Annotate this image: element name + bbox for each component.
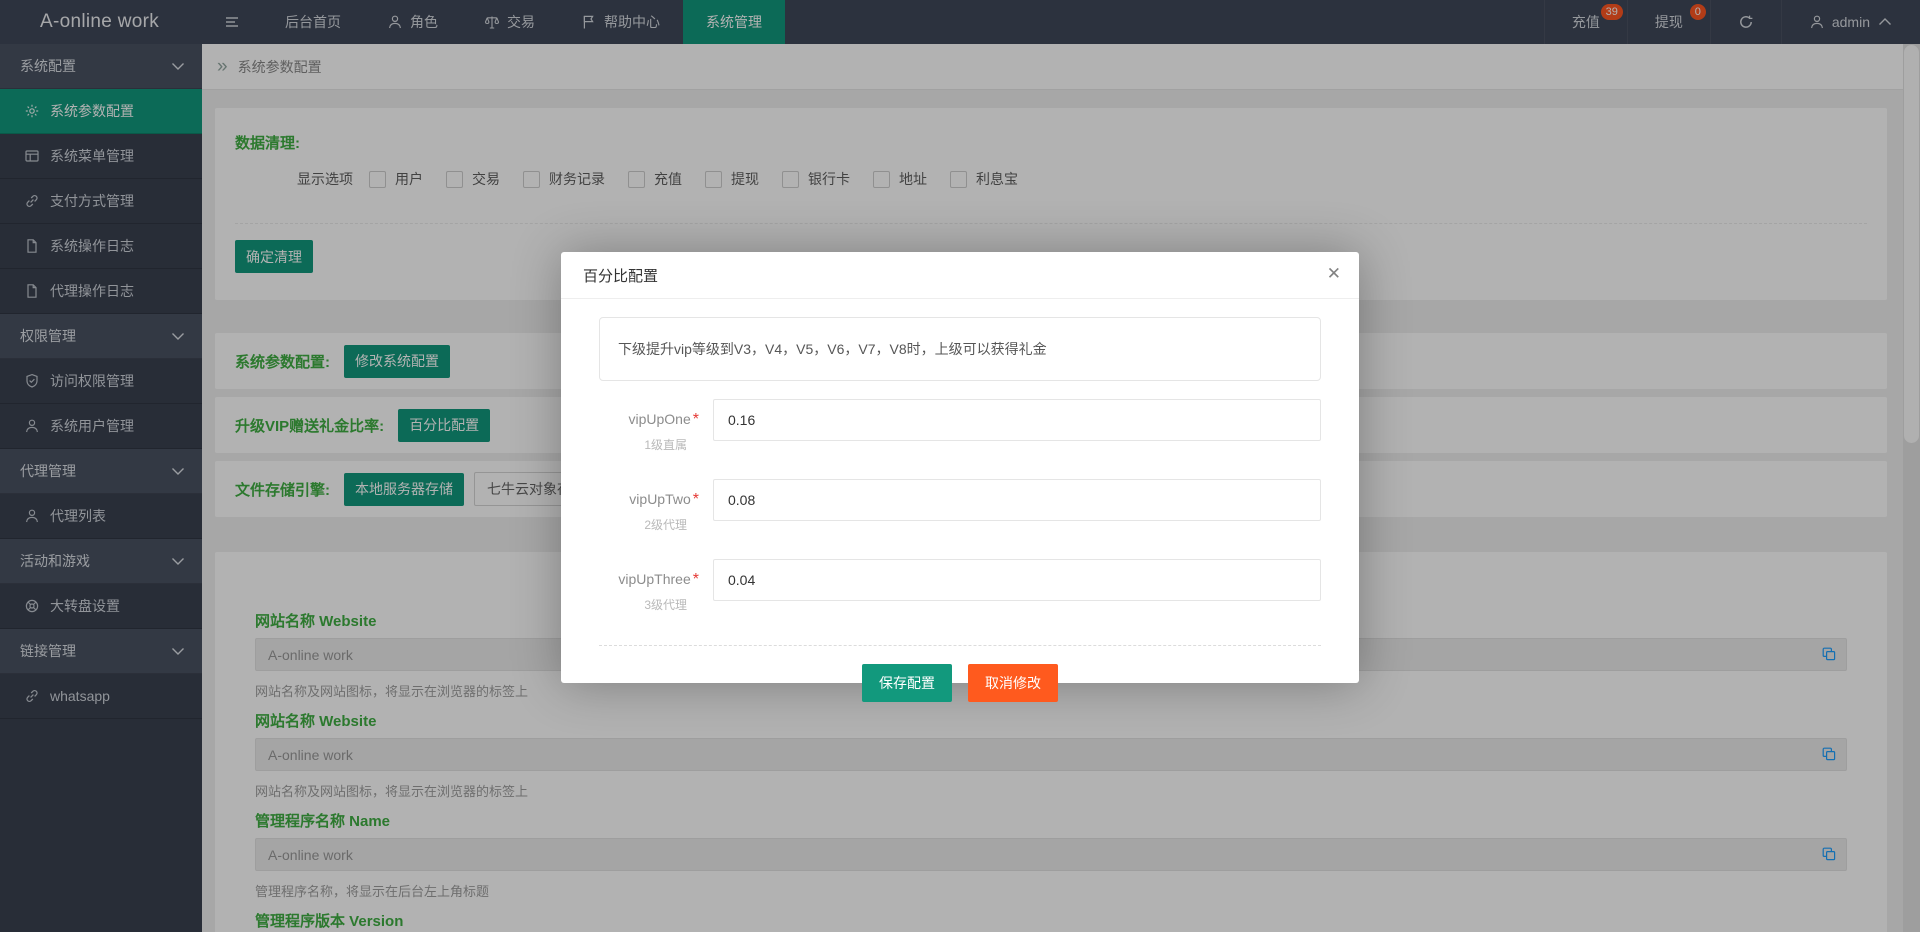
- modal-field-vipuptwo: vipUpTwo* 2级代理: [599, 479, 1321, 533]
- vipuptwo-input[interactable]: [713, 479, 1321, 521]
- save-config-button[interactable]: 保存配置: [862, 664, 952, 702]
- close-icon[interactable]: ✕: [1327, 265, 1341, 282]
- required-asterisk: *: [693, 571, 699, 588]
- field-name: vipUpOne: [629, 411, 691, 427]
- field-sublabel: 1级直属: [599, 436, 699, 453]
- vipupthree-input[interactable]: [713, 559, 1321, 601]
- field-name: vipUpThree: [618, 571, 690, 587]
- modal-header: 百分比配置 ✕: [561, 252, 1359, 299]
- field-sublabel: 2级代理: [599, 516, 699, 533]
- required-asterisk: *: [693, 411, 699, 428]
- field-sublabel: 3级代理: [599, 596, 699, 613]
- modal-field-vipupthree: vipUpThree* 3级代理: [599, 559, 1321, 613]
- percentage-config-modal: 百分比配置 ✕ 下级提升vip等级到V3，V4，V5，V6，V7，V8时，上级可…: [561, 252, 1359, 683]
- divider: [599, 645, 1321, 646]
- vipupone-input[interactable]: [713, 399, 1321, 441]
- field-name: vipUpTwo: [629, 491, 690, 507]
- required-asterisk: *: [693, 491, 699, 508]
- modal-title: 百分比配置: [583, 265, 658, 286]
- cancel-modify-button[interactable]: 取消修改: [968, 664, 1058, 702]
- modal-description: 下级提升vip等级到V3，V4，V5，V6，V7，V8时，上级可以获得礼金: [599, 317, 1321, 381]
- modal-field-vipupone: vipUpOne* 1级直属: [599, 399, 1321, 453]
